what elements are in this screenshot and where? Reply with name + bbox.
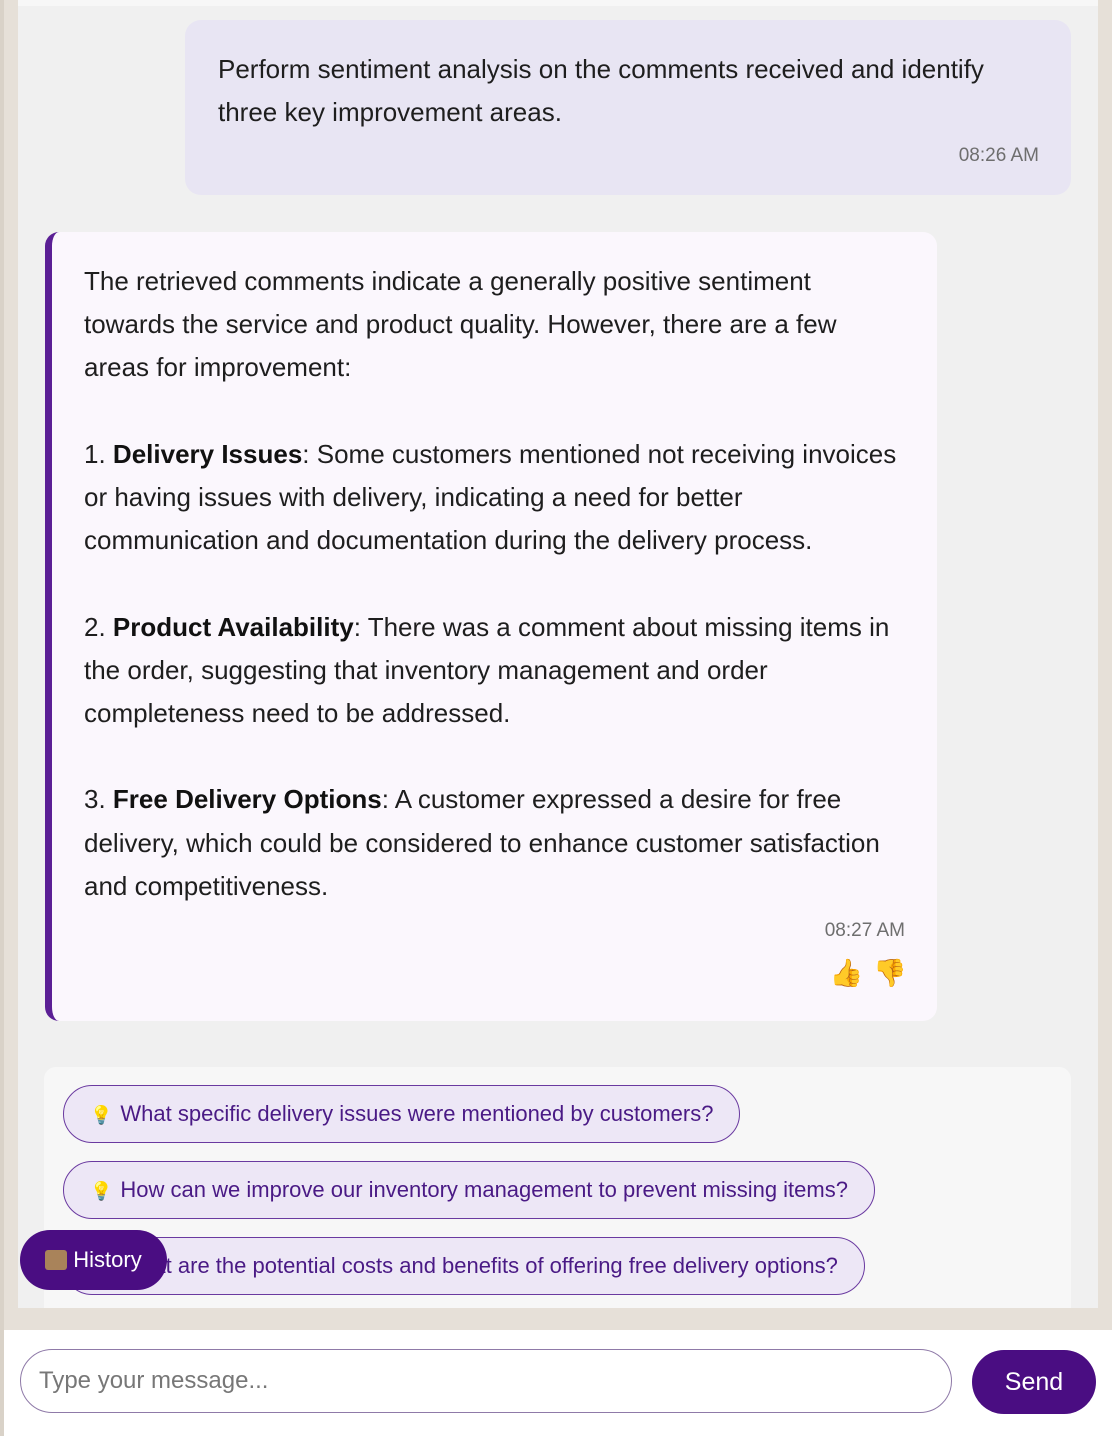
point-title: Product Availability — [112, 611, 354, 642]
user-message-text: Perform sentiment analysis on the commen… — [218, 54, 984, 127]
message-composer: Send — [4, 1330, 1112, 1436]
suggestion-chip[interactable]: 💡 How can we improve our inventory manage… — [63, 1161, 875, 1219]
bot-message-text: The retrieved comments indicate a genera… — [84, 260, 907, 908]
suggestion-text: What are the potential costs and benefit… — [120, 1253, 838, 1278]
bot-point-1: 1. Delivery Issues: Some customers menti… — [84, 433, 907, 563]
point-number: 1. — [84, 438, 106, 469]
bot-point-3: 3. Free Delivery Options: A customer exp… — [84, 778, 907, 908]
suggestion-chip[interactable]: 💡 What specific delivery issues were ment… — [63, 1085, 741, 1143]
suggested-questions: 💡 What specific delivery issues were ment… — [44, 1067, 1071, 1308]
send-button[interactable]: Send — [972, 1350, 1096, 1414]
point-number: 2. — [84, 611, 106, 642]
user-message-time: 08:26 AM — [958, 145, 1039, 166]
bot-point-2: 2. Product Availability: There was a com… — [84, 606, 907, 736]
lightbulb-icon: 💡 — [90, 1105, 113, 1125]
suggestion-text: What specific delivery issues were menti… — [120, 1101, 714, 1126]
scroll-icon — [45, 1250, 68, 1270]
thumbs-up-icon[interactable]: 👍 — [830, 957, 864, 989]
lightbulb-icon: 💡 — [90, 1181, 113, 1201]
history-button[interactable]: History — [20, 1230, 167, 1290]
history-label: History — [73, 1247, 142, 1272]
thumbs-down-icon[interactable]: 👎 — [873, 957, 907, 989]
suggestion-chip[interactable]: 💡What are the potential costs and benefi… — [63, 1237, 865, 1295]
feedback-controls: 👍 👎 — [830, 957, 907, 989]
bot-message-bubble: The retrieved comments indicate a genera… — [45, 232, 937, 1021]
bot-message-intro: The retrieved comments indicate a genera… — [84, 266, 837, 383]
bot-message-time: 08:27 AM — [824, 920, 905, 941]
point-number: 3. — [84, 784, 106, 815]
chat-messages-pane[interactable]: Perform sentiment analysis on the commen… — [18, 0, 1098, 1308]
point-title: Delivery Issues — [112, 438, 303, 469]
user-message-bubble: Perform sentiment analysis on the commen… — [185, 20, 1071, 195]
message-input[interactable] — [20, 1349, 952, 1413]
suggestion-text: How can we improve our inventory managem… — [120, 1177, 848, 1202]
point-title: Free Delivery Options — [112, 784, 382, 815]
window-edge — [0, 0, 4, 1436]
